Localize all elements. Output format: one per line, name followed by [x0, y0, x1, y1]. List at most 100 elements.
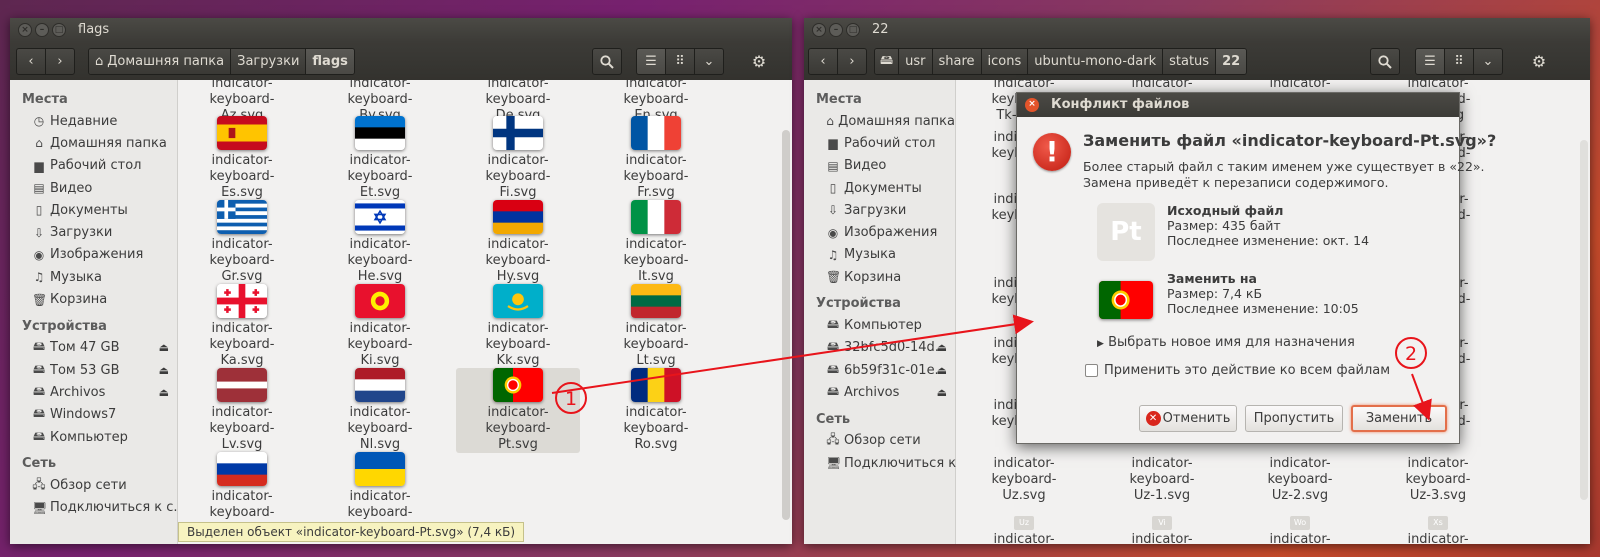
file-item[interactable]: indicator-keyboard- Ki.svg	[318, 284, 442, 369]
sidebar-item-документы[interactable]: ▯ Документы	[804, 177, 955, 199]
sidebar-item-компьютер[interactable]: 🖴 Компьютер	[804, 314, 955, 336]
sidebar-item-windows7[interactable]: 🖴 Windows7	[10, 404, 177, 426]
sidebar-item-документы[interactable]: ▯ Документы	[10, 199, 177, 221]
file-item[interactable]: Viindicator-keyboard-	[1100, 516, 1224, 544]
search-button[interactable]	[592, 48, 622, 75]
file-item[interactable]: indicator-keyboard- Ro.svg	[594, 368, 718, 453]
scrollbar[interactable]	[782, 130, 790, 520]
sidebar-item-музыка[interactable]: ♫ Музыка	[10, 266, 177, 288]
file-item[interactable]: indicator-keyboard- Lt.svg	[594, 284, 718, 369]
breadcrumb-downloads[interactable]: Загрузки	[231, 49, 307, 74]
file-item[interactable]: indicator-keyboard- Ka.svg	[180, 284, 304, 369]
file-item[interactable]: Woindicator-keyboard-	[1238, 516, 1362, 544]
file-item[interactable]: indicator-keyboard- Fi.svg	[456, 116, 580, 201]
eject-icon[interactable]: ⏏	[159, 341, 169, 354]
sidebar-item-компьютер[interactable]: 🖴 Компьютер	[10, 426, 177, 448]
sidebar-item-корзина[interactable]: 🗑 Корзина	[10, 288, 177, 310]
file-item[interactable]: indicator-keyboard- Kk.svg	[456, 284, 580, 369]
file-item[interactable]: indicator-keyboard- Fr.svg	[594, 116, 718, 201]
cancel-button[interactable]: ✕ Отменить	[1139, 405, 1237, 432]
close-window-button[interactable]: ×	[812, 23, 826, 37]
maximize-window-button[interactable]: □	[846, 23, 860, 37]
file-item[interactable]: indicator-keyboard- Uz-1.svg	[1100, 456, 1224, 504]
sidebar-item-обзор-сети[interactable]: 🖧 Обзор сети	[804, 430, 955, 452]
sidebar-item-том-53-gb[interactable]: 🖴 Том 53 GB ⏏	[10, 359, 177, 381]
dialog-titlebar[interactable]: × Конфликт файлов	[1017, 93, 1459, 117]
forward-button[interactable]: ›	[837, 48, 867, 75]
skip-button[interactable]: Пропустить	[1245, 405, 1343, 432]
file-item[interactable]: indicator-keyboard- Et.svg	[318, 116, 442, 201]
settings-button[interactable]: ⚙	[1524, 48, 1554, 75]
sidebar-item-6b59f31c-01e[interactable]: 🖴 6b59f31c-01e... ⏏	[804, 359, 955, 381]
settings-button[interactable]: ⚙	[744, 48, 774, 75]
breadcrumb-icons[interactable]: icons	[981, 49, 1029, 74]
eject-icon[interactable]: ⏏	[937, 386, 947, 399]
maximize-window-button[interactable]: □	[52, 23, 66, 37]
sidebar-item-32bfc5d0-14d[interactable]: 🖴 32bfc5d0-14d... ⏏	[804, 337, 955, 359]
sidebar-item-музыка[interactable]: ♫ Музыка	[804, 244, 955, 266]
file-item[interactable]: indicator-keyboard- Pt.svg	[456, 368, 580, 453]
file-item[interactable]: indicator-keyboard-	[180, 452, 304, 521]
file-item[interactable]: indicator-keyboard- Nl.svg	[318, 368, 442, 453]
breadcrumb-root[interactable]: 🖴	[875, 49, 900, 74]
apply-to-all-checkbox[interactable]: Применить это действие ко всем файлам	[1085, 363, 1390, 378]
file-item[interactable]: indicator-keyboard- Hy.svg	[456, 200, 580, 285]
sidebar-item-рабочий-стол[interactable]: ▆ Рабочий стол	[804, 132, 955, 154]
sidebar-item-видео[interactable]: ▤ Видео	[804, 155, 955, 177]
back-button[interactable]: ‹	[808, 48, 838, 75]
eject-icon[interactable]: ⏏	[159, 386, 169, 399]
file-item[interactable]: indicator-keyboard- Gr.svg	[180, 200, 304, 285]
sidebar-item-домашняя-папка[interactable]: ⌂ Домашняя папка	[10, 132, 177, 154]
search-button[interactable]	[1370, 48, 1400, 75]
file-item[interactable]: indicator-keyboard-	[318, 452, 442, 521]
eject-icon[interactable]: ⏏	[937, 341, 947, 354]
sidebar-item-обзор-сети[interactable]: 🖧 Обзор сети	[10, 474, 177, 496]
sidebar-item-недавние[interactable]: ◷ Недавние	[10, 110, 177, 132]
file-item[interactable]: indicator-keyboard- Uz-2.svg	[1238, 456, 1362, 504]
window-titlebar[interactable]: × – □ flags	[10, 18, 792, 42]
breadcrumb-share[interactable]: share	[932, 49, 982, 74]
sidebar-item-видео[interactable]: ▤ Видео	[10, 177, 177, 199]
file-item[interactable]: indicator-keyboard- Uz-3.svg	[1376, 456, 1500, 504]
grid-view-button[interactable]: ⠿	[1444, 48, 1474, 75]
view-options-button[interactable]: ⌄	[1473, 48, 1503, 75]
forward-button[interactable]: ›	[45, 48, 75, 75]
list-view-button[interactable]: ☰	[1415, 48, 1445, 75]
close-icon[interactable]: ×	[1025, 98, 1039, 112]
grid-view-button[interactable]: ⠿	[665, 48, 695, 75]
sidebar-item-изображения[interactable]: ◉ Изображения	[10, 244, 177, 266]
file-item[interactable]: indicator-keyboard- Es.svg	[180, 116, 304, 201]
replace-button[interactable]: Заменить	[1351, 405, 1447, 432]
file-item[interactable]: indicator-keyboard- Lv.svg	[180, 368, 304, 453]
eject-icon[interactable]: ⏏	[937, 364, 947, 377]
sidebar-item-корзина[interactable]: 🗑 Корзина	[804, 266, 955, 288]
breadcrumb-home[interactable]: ⌂ Домашняя папка	[89, 49, 232, 74]
list-view-button[interactable]: ☰	[636, 48, 666, 75]
scrollbar[interactable]	[1580, 140, 1588, 500]
sidebar-item-загрузки[interactable]: ⇩ Загрузки	[10, 221, 177, 243]
sidebar-item-archivos[interactable]: 🖴 Archivos ⏏	[10, 381, 177, 403]
sidebar-item-том-47-gb[interactable]: 🖴 Том 47 GB ⏏	[10, 337, 177, 359]
breadcrumb-ubuntu-mono-dark[interactable]: ubuntu-mono-dark	[1028, 49, 1164, 74]
breadcrumb-22[interactable]: 22	[1216, 49, 1247, 74]
sidebar-item-подключиться-к-с[interactable]: 🖥 Подключиться к с...	[804, 452, 980, 474]
sidebar-item-изображения[interactable]: ◉ Изображения	[804, 221, 955, 243]
minimize-window-button[interactable]: –	[35, 23, 49, 37]
window-titlebar[interactable]: × – □ 22	[804, 18, 1590, 42]
file-item[interactable]: indicator-keyboard- He.svg	[318, 200, 442, 285]
sidebar-item-загрузки[interactable]: ⇩ Загрузки	[804, 199, 955, 221]
view-options-button[interactable]: ⌄	[694, 48, 724, 75]
sidebar-item-рабочий-стол[interactable]: ▆ Рабочий стол	[10, 155, 177, 177]
breadcrumb-status[interactable]: status	[1163, 49, 1217, 74]
file-item[interactable]: Xsindicator-keyboard-	[1376, 516, 1500, 544]
sidebar-item-домашняя-папка[interactable]: ⌂ Домашняя папка	[804, 110, 955, 132]
minimize-window-button[interactable]: –	[829, 23, 843, 37]
breadcrumb-usr[interactable]: usr	[899, 49, 933, 74]
eject-icon[interactable]: ⏏	[159, 364, 169, 377]
file-item[interactable]: Uzindicator-keyboard-	[962, 516, 1086, 544]
sidebar-item-archivos[interactable]: 🖴 Archivos ⏏	[804, 381, 955, 403]
close-window-button[interactable]: ×	[18, 23, 32, 37]
breadcrumb-flags[interactable]: flags	[306, 49, 354, 74]
file-item[interactable]: indicator-keyboard- Uz.svg	[962, 456, 1086, 504]
sidebar-item-подключиться-к-с[interactable]: 🖥 Подключиться к с...	[10, 496, 186, 518]
